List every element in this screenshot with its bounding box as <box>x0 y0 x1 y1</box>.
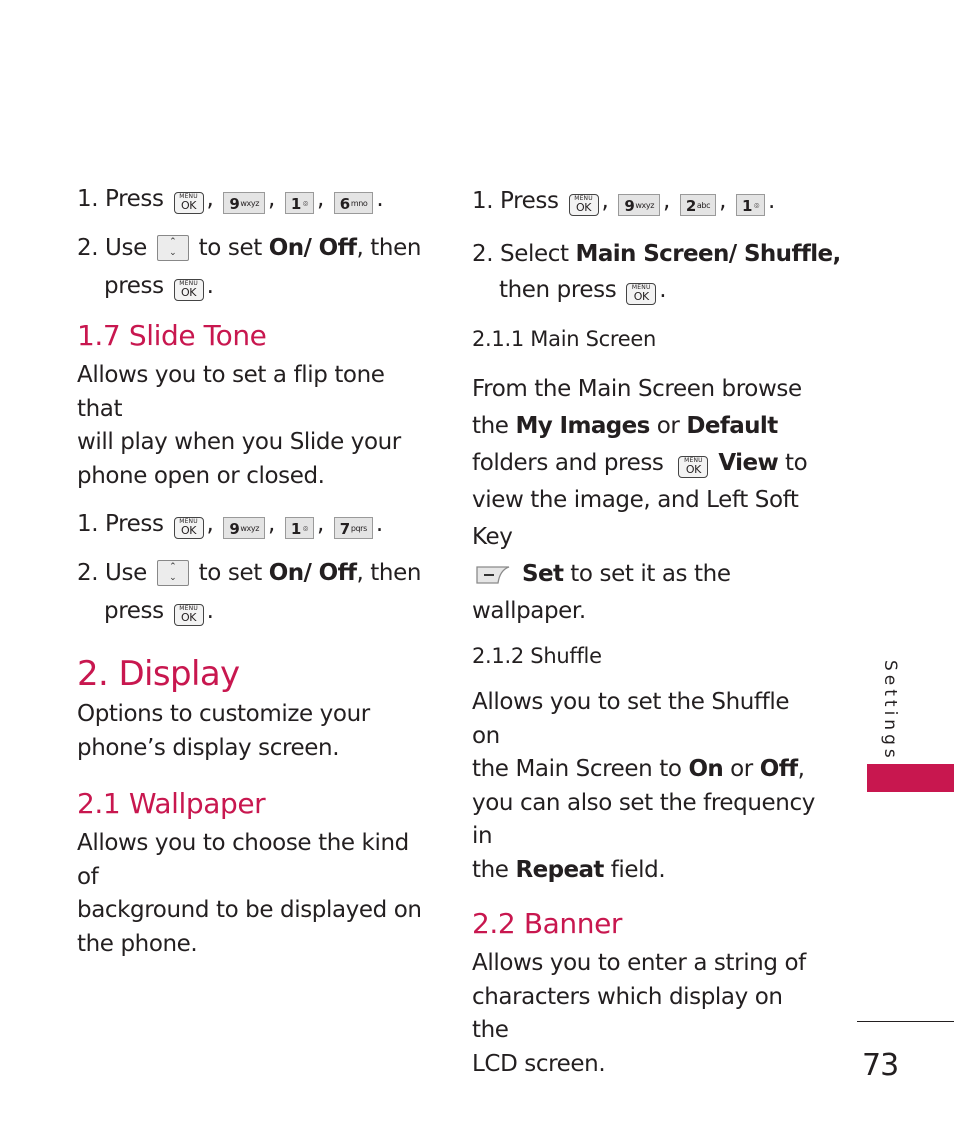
key-1-voicemail-icon: 1 ⌾ <box>284 517 314 539</box>
key-6-icon: 6mno <box>333 192 374 214</box>
navigation-key-icon: ⌃ ⌄ <box>156 235 189 261</box>
instruction-step: 1. Press MENU OK, 9wxyz, 2abc, 1 ⌾. <box>472 188 775 216</box>
subsection-description: Allows you to set the Shuffle on the Mai… <box>472 689 815 883</box>
instruction-step: 1. Press MENU OK, 9wxyz, 1 ⌾, 6mno. <box>77 186 384 214</box>
section-heading-banner: 2.2 Banner <box>472 907 623 940</box>
menu-ok-key-icon: MENU OK <box>173 192 204 214</box>
subsection-description: From the Main Screen browse the My Image… <box>472 376 808 624</box>
key-1-voicemail-icon: 1 ⌾ <box>735 194 766 216</box>
right-column: 1. Press MENU OK, 9wxyz, 2abc, 1 ⌾. 2. Sel… <box>472 180 841 1081</box>
left-column: 1. Press MENU OK, 9wxyz, 1 ⌾, 6mno. 2. Use… <box>77 178 427 961</box>
menu-ok-key-icon: MENU OK <box>626 283 657 305</box>
key-9-icon: 9wxyz <box>618 194 661 216</box>
instruction-step: 2. Use ⌃ ⌄ to set On/ Off, then <box>77 235 421 261</box>
section-description: Allows you to enter a string of characte… <box>472 950 806 1077</box>
key-1-voicemail-icon: 1 ⌾ <box>284 192 314 214</box>
left-soft-key-icon <box>476 566 510 584</box>
footer-divider <box>857 1021 954 1022</box>
menu-ok-key-icon: MENU OK <box>568 194 599 216</box>
instruction-step-continued: press MENU OK. <box>104 273 214 301</box>
key-9-icon: 9wxyz <box>223 517 266 539</box>
key-2-icon: 2abc <box>679 194 717 216</box>
chapter-description: Options to customize your phone’s displa… <box>77 701 370 761</box>
chapter-heading-display: 2. Display <box>77 654 240 694</box>
menu-ok-key-icon: MENU OK <box>678 456 709 478</box>
section-description: Allows you to set a flip tone that will … <box>77 362 401 489</box>
instruction-step-continued: then press MENU OK. <box>499 277 667 305</box>
subsection-heading-shuffle: 2.1.2 Shuffle <box>472 644 602 668</box>
step-text: 1. Press <box>77 186 164 212</box>
section-tab-label: Settings <box>880 660 900 762</box>
section-heading-wallpaper: 2.1 Wallpaper <box>77 787 266 820</box>
navigation-key-icon: ⌃ ⌄ <box>156 560 189 586</box>
subsection-heading-main-screen: 2.1.1 Main Screen <box>472 327 657 351</box>
instruction-step: 1. Press MENU OK, 9wxyz, 1 ⌾, 7pqrs. <box>77 511 383 539</box>
menu-ok-key-icon: MENU OK <box>173 517 204 539</box>
section-heading-slide-tone: 1.7 Slide Tone <box>77 319 267 352</box>
page-number: 73 <box>862 1048 899 1083</box>
menu-ok-key-icon: MENU OK <box>173 279 204 301</box>
section-tab-marker <box>867 764 954 792</box>
menu-ok-key-icon: MENU OK <box>173 604 204 626</box>
section-description: Allows you to choose the kind of backgro… <box>77 830 422 957</box>
key-9-icon: 9wxyz <box>223 192 266 214</box>
key-7-icon: 7pqrs <box>333 517 373 539</box>
instruction-step: 2. Use ⌃ ⌄ to set On/ Off, then <box>77 560 421 586</box>
instruction-step-continued: press MENU OK. <box>104 598 214 626</box>
